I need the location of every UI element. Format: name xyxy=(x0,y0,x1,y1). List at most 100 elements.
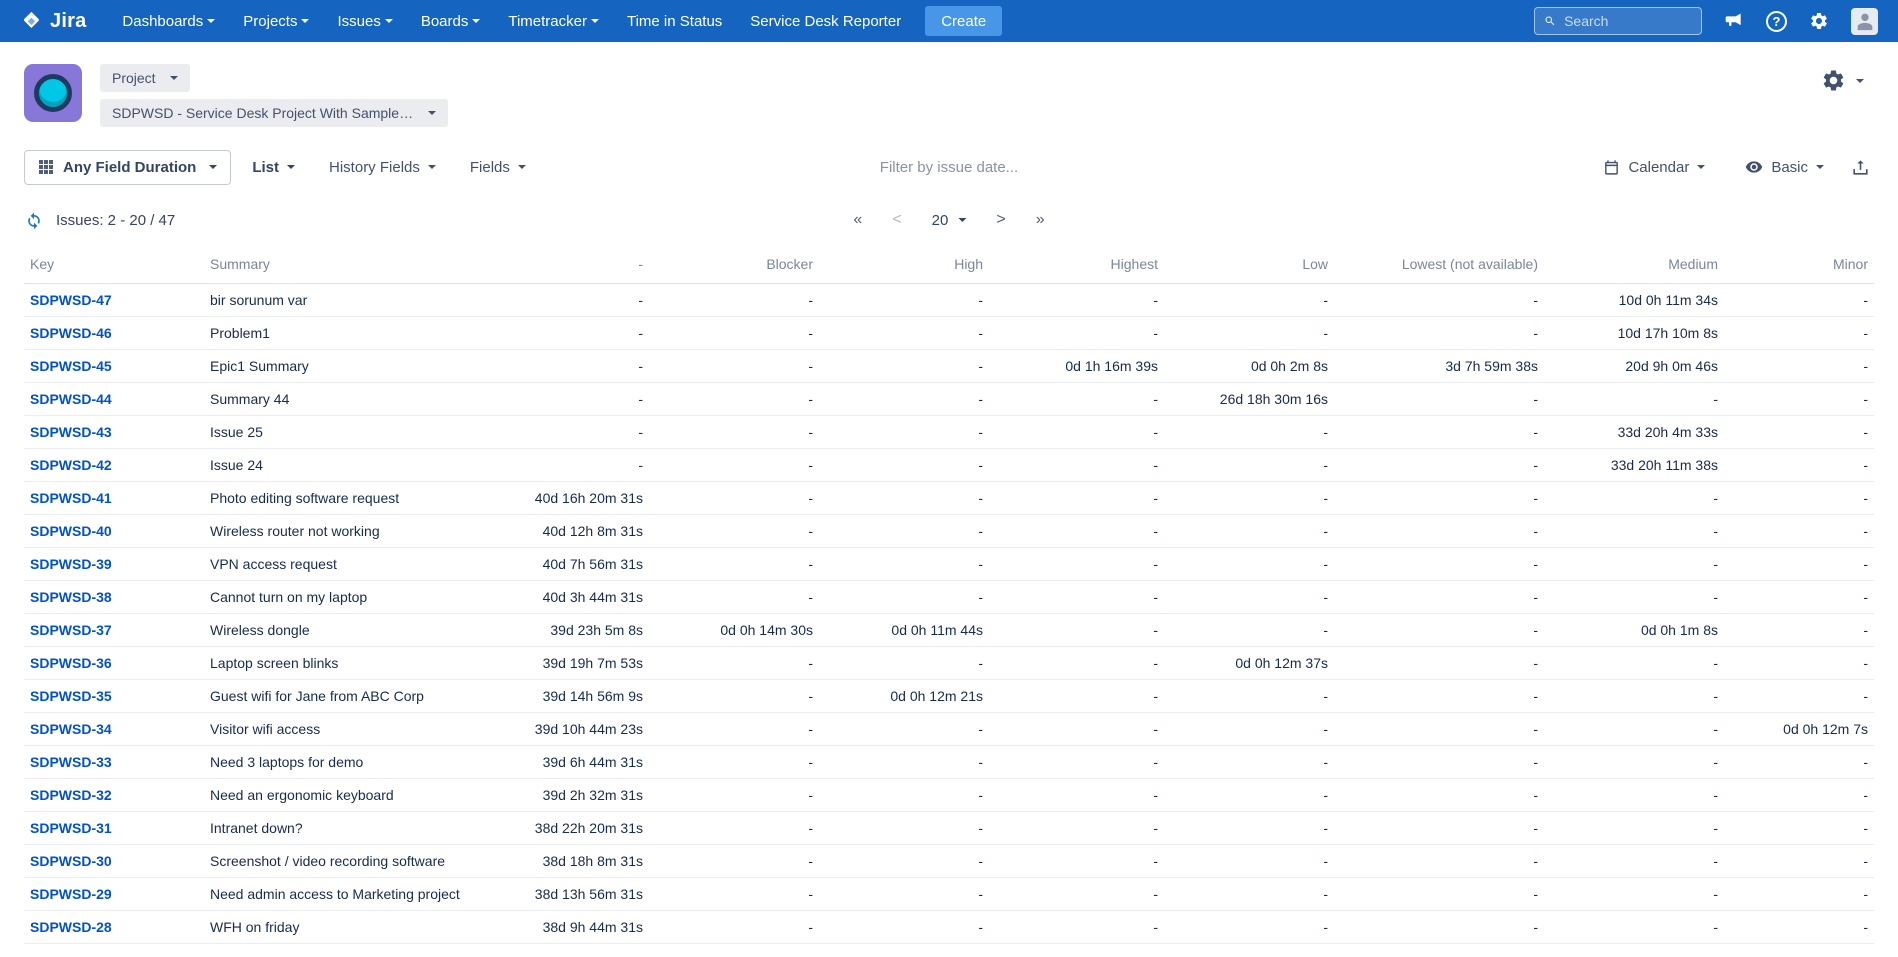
pagination-first-button[interactable]: « xyxy=(853,211,862,229)
duration-cell: - xyxy=(649,515,819,548)
issue-key-link[interactable]: SDPWSD-40 xyxy=(30,523,112,539)
search-input[interactable] xyxy=(1564,13,1692,29)
project-selectors: Project SDPWSD - Service Desk Project Wi… xyxy=(100,64,448,127)
duration-cell: - xyxy=(819,383,989,416)
duration-cell: - xyxy=(1544,779,1724,812)
nav-item-timetracker[interactable]: Timetracker xyxy=(494,0,613,42)
calendar-dropdown[interactable]: Calendar xyxy=(1590,150,1718,185)
issue-key-link[interactable]: SDPWSD-31 xyxy=(30,820,112,836)
issue-key-link[interactable]: SDPWSD-34 xyxy=(30,721,112,737)
project-type-dropdown[interactable]: Project xyxy=(100,64,190,92)
issue-date-filter-input[interactable] xyxy=(809,159,1089,176)
issue-key-link[interactable]: SDPWSD-42 xyxy=(30,457,112,473)
table-row: SDPWSD-32Need an ergonomic keyboard39d 2… xyxy=(24,779,1874,812)
issue-key-link[interactable]: SDPWSD-32 xyxy=(30,787,112,803)
pagination-prev-button[interactable]: < xyxy=(892,211,901,229)
megaphone-icon[interactable] xyxy=(1724,11,1744,31)
duration-cell: - xyxy=(649,911,819,944)
history-fields-dropdown[interactable]: History Fields xyxy=(316,150,449,185)
issue-key-cell: SDPWSD-30 xyxy=(24,845,204,878)
user-avatar[interactable] xyxy=(1851,8,1878,35)
duration-cell: 0d 0h 11m 44s xyxy=(819,614,989,647)
duration-cell: - xyxy=(819,350,989,383)
pagination-next-button[interactable]: > xyxy=(996,211,1005,229)
page-size-dropdown[interactable]: 20 xyxy=(932,212,967,229)
help-icon[interactable]: ? xyxy=(1766,11,1787,32)
issues-table: Key Summary - Blocker High Highest Low L… xyxy=(24,247,1874,944)
issue-key-link[interactable]: SDPWSD-28 xyxy=(30,919,112,935)
nav-item-boards[interactable]: Boards xyxy=(407,0,495,42)
column-header-summary: Summary xyxy=(204,247,509,284)
duration-cell: - xyxy=(1724,284,1874,317)
duration-cell: - xyxy=(1334,383,1544,416)
duration-cell: - xyxy=(989,647,1164,680)
table-row: SDPWSD-39VPN access request40d 7h 56m 31… xyxy=(24,548,1874,581)
issue-summary-cell: Problem1 xyxy=(204,317,509,350)
duration-cell: - xyxy=(1544,911,1724,944)
issue-key-link[interactable]: SDPWSD-30 xyxy=(30,853,112,869)
project-header: Project SDPWSD - Service Desk Project Wi… xyxy=(0,42,1898,141)
duration-cell: - xyxy=(989,383,1164,416)
calendar-label: Calendar xyxy=(1628,159,1689,176)
duration-cell: - xyxy=(1334,284,1544,317)
refresh-icon[interactable] xyxy=(24,210,44,230)
project-avatar[interactable] xyxy=(24,64,82,122)
table-row: SDPWSD-29Need admin access to Marketing … xyxy=(24,878,1874,911)
nav-item-service-desk-reporter[interactable]: Service Desk Reporter xyxy=(736,0,915,42)
issue-key-link[interactable]: SDPWSD-38 xyxy=(30,589,112,605)
issue-key-link[interactable]: SDPWSD-37 xyxy=(30,622,112,638)
table-row: SDPWSD-34Visitor wifi access39d 10h 44m … xyxy=(24,713,1874,746)
issue-summary-cell: Issue 24 xyxy=(204,449,509,482)
duration-cell: - xyxy=(649,581,819,614)
issue-key-link[interactable]: SDPWSD-39 xyxy=(30,556,112,572)
table-row: SDPWSD-28WFH on friday38d 9h 44m 31s----… xyxy=(24,911,1874,944)
any-field-duration-dropdown[interactable]: Any Field Duration xyxy=(24,150,231,185)
nav-item-dashboards[interactable]: Dashboards xyxy=(108,0,229,42)
create-button[interactable]: Create xyxy=(925,6,1002,36)
nav-item-projects[interactable]: Projects xyxy=(229,0,323,42)
fields-dropdown[interactable]: Fields xyxy=(457,150,539,185)
column-header-medium: Medium xyxy=(1544,247,1724,284)
gear-icon[interactable] xyxy=(1809,11,1829,31)
duration-cell: - xyxy=(1164,845,1334,878)
nav-item-label: Issues xyxy=(337,13,380,30)
issue-key-link[interactable]: SDPWSD-47 xyxy=(30,292,112,308)
duration-cell: 0d 0h 12m 37s xyxy=(1164,647,1334,680)
issue-key-link[interactable]: SDPWSD-46 xyxy=(30,325,112,341)
main-nav: Dashboards Projects Issues Boards Timetr… xyxy=(108,0,1002,42)
duration-cell: - xyxy=(819,746,989,779)
table-row: SDPWSD-42Issue 24------33d 20h 11m 38s- xyxy=(24,449,1874,482)
duration-cell: - xyxy=(989,482,1164,515)
duration-cell: - xyxy=(989,284,1164,317)
report-settings-button[interactable] xyxy=(1821,68,1864,93)
pagination-last-button[interactable]: » xyxy=(1036,211,1045,229)
duration-cell: - xyxy=(649,383,819,416)
nav-item-issues[interactable]: Issues xyxy=(323,0,406,42)
duration-cell: - xyxy=(1724,878,1874,911)
nav-item-time-in-status[interactable]: Time in Status xyxy=(613,0,736,42)
issue-key-link[interactable]: SDPWSD-45 xyxy=(30,358,112,374)
duration-cell: - xyxy=(819,317,989,350)
jira-logo-icon xyxy=(20,10,43,33)
duration-cell: - xyxy=(1724,779,1874,812)
issue-key-link[interactable]: SDPWSD-33 xyxy=(30,754,112,770)
issue-key-link[interactable]: SDPWSD-29 xyxy=(30,886,112,902)
global-search[interactable] xyxy=(1534,7,1702,35)
table-row: SDPWSD-38Cannot turn on my laptop40d 3h … xyxy=(24,581,1874,614)
export-icon[interactable] xyxy=(1851,158,1870,177)
jira-logo[interactable]: Jira xyxy=(20,10,86,33)
issue-key-link[interactable]: SDPWSD-44 xyxy=(30,391,112,407)
issue-summary-cell: Need an ergonomic keyboard xyxy=(204,779,509,812)
issue-key-link[interactable]: SDPWSD-36 xyxy=(30,655,112,671)
project-select-dropdown[interactable]: SDPWSD - Service Desk Project With Sampl… xyxy=(100,99,448,127)
issue-key-link[interactable]: SDPWSD-41 xyxy=(30,490,112,506)
issue-key-cell: SDPWSD-45 xyxy=(24,350,204,383)
view-mode-dropdown[interactable]: Basic xyxy=(1732,150,1837,185)
issue-key-link[interactable]: SDPWSD-35 xyxy=(30,688,112,704)
issue-key-cell: SDPWSD-39 xyxy=(24,548,204,581)
column-header-minor: Minor xyxy=(1724,247,1874,284)
issue-summary-cell: Photo editing software request xyxy=(204,482,509,515)
list-view-dropdown[interactable]: List xyxy=(239,150,308,185)
issue-key-link[interactable]: SDPWSD-43 xyxy=(30,424,112,440)
duration-cell: - xyxy=(1544,581,1724,614)
